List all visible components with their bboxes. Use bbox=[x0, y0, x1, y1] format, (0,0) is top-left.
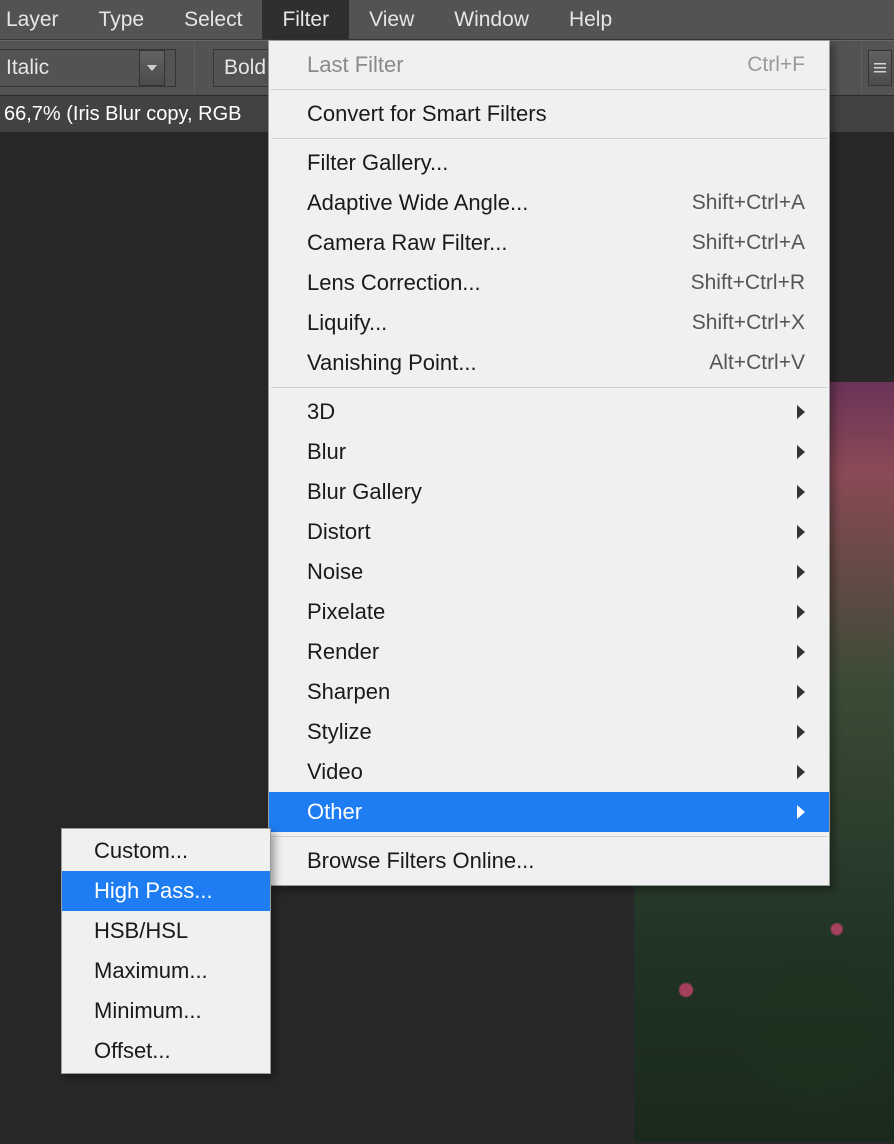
menuitem-liquify[interactable]: Liquify... Shift+Ctrl+X bbox=[269, 303, 829, 343]
menuitem-label: Video bbox=[307, 759, 363, 785]
menuitem-stylize[interactable]: Stylize bbox=[269, 712, 829, 752]
menuitem-render[interactable]: Render bbox=[269, 632, 829, 672]
options-overflow-icon[interactable] bbox=[868, 50, 892, 86]
menuitem-shortcut: Ctrl+F bbox=[747, 53, 805, 77]
menuitem-minimum[interactable]: Minimum... bbox=[62, 991, 270, 1031]
menuitem-label: Maximum... bbox=[94, 958, 208, 984]
menuitem-high-pass[interactable]: High Pass... bbox=[62, 871, 270, 911]
menubar: LayerTypeSelectFilterViewWindowHelp bbox=[0, 0, 894, 40]
menuitem-convert-for-smart-filters[interactable]: Convert for Smart Filters bbox=[269, 94, 829, 134]
menuitem-custom[interactable]: Custom... bbox=[62, 831, 270, 871]
menu-view[interactable]: View bbox=[349, 0, 434, 39]
menuitem-label: Last Filter bbox=[307, 52, 404, 78]
menu-separator bbox=[271, 387, 827, 388]
menuitem-label: HSB/HSL bbox=[94, 918, 188, 944]
font-style-dropdown-1[interactable]: Italic bbox=[0, 49, 176, 87]
menuitem-blur-gallery[interactable]: Blur Gallery bbox=[269, 472, 829, 512]
menuitem-lens-correction[interactable]: Lens Correction... Shift+Ctrl+R bbox=[269, 263, 829, 303]
menu-separator bbox=[271, 836, 827, 837]
menuitem-adaptive-wide-angle[interactable]: Adaptive Wide Angle... Shift+Ctrl+A bbox=[269, 183, 829, 223]
menuitem-filter-gallery[interactable]: Filter Gallery... bbox=[269, 143, 829, 183]
menuitem-label: Blur Gallery bbox=[307, 479, 422, 505]
menu-help[interactable]: Help bbox=[549, 0, 632, 39]
submenu-arrow-icon bbox=[797, 645, 805, 659]
submenu-arrow-icon bbox=[797, 445, 805, 459]
menuitem-label: Filter Gallery... bbox=[307, 150, 448, 176]
menuitem-label: Adaptive Wide Angle... bbox=[307, 190, 528, 216]
menuitem-label: Blur bbox=[307, 439, 346, 465]
menuitem-label: High Pass... bbox=[94, 878, 213, 904]
menuitem-shortcut: Alt+Ctrl+V bbox=[709, 351, 805, 375]
menuitem-video[interactable]: Video bbox=[269, 752, 829, 792]
menuitem-label: Stylize bbox=[307, 719, 372, 745]
separator bbox=[861, 44, 862, 92]
menuitem-hsb-hsl[interactable]: HSB/HSL bbox=[62, 911, 270, 951]
menuitem-distort[interactable]: Distort bbox=[269, 512, 829, 552]
menu-filter[interactable]: Filter bbox=[262, 0, 349, 39]
menu-type[interactable]: Type bbox=[79, 0, 165, 39]
menu-separator bbox=[271, 138, 827, 139]
menuitem-shortcut: Shift+Ctrl+R bbox=[691, 271, 805, 295]
menuitem-camera-raw-filter[interactable]: Camera Raw Filter... Shift+Ctrl+A bbox=[269, 223, 829, 263]
menuitem-label: Minimum... bbox=[94, 998, 202, 1024]
menuitem-sharpen[interactable]: Sharpen bbox=[269, 672, 829, 712]
menuitem-vanishing-point[interactable]: Vanishing Point... Alt+Ctrl+V bbox=[269, 343, 829, 383]
font-style-value-1: Italic bbox=[6, 56, 49, 80]
menuitem-label: Vanishing Point... bbox=[307, 350, 477, 376]
menuitem-shortcut: Shift+Ctrl+X bbox=[692, 311, 805, 335]
dropdown-chevron-icon[interactable] bbox=[139, 50, 165, 86]
menuitem-label: Render bbox=[307, 639, 379, 665]
menuitem-label: Noise bbox=[307, 559, 363, 585]
menuitem-blur[interactable]: Blur bbox=[269, 432, 829, 472]
menuitem-shortcut: Shift+Ctrl+A bbox=[692, 231, 805, 255]
menuitem-label: Lens Correction... bbox=[307, 270, 481, 296]
separator bbox=[194, 44, 195, 92]
menuitem-label: Liquify... bbox=[307, 310, 387, 336]
submenu-arrow-icon bbox=[797, 685, 805, 699]
submenu-arrow-icon bbox=[797, 565, 805, 579]
submenu-arrow-icon bbox=[797, 405, 805, 419]
menuitem-browse-filters-online[interactable]: Browse Filters Online... bbox=[269, 841, 829, 881]
menuitem-label: Custom... bbox=[94, 838, 188, 864]
menu-window[interactable]: Window bbox=[434, 0, 549, 39]
menuitem-offset[interactable]: Offset... bbox=[62, 1031, 270, 1071]
menuitem-label: Offset... bbox=[94, 1038, 171, 1064]
menuitem-label: Sharpen bbox=[307, 679, 390, 705]
menuitem-maximum[interactable]: Maximum... bbox=[62, 951, 270, 991]
document-tab-label: 66,7% (Iris Blur copy, RGB bbox=[4, 103, 241, 126]
menuitem-label: Convert for Smart Filters bbox=[307, 101, 547, 127]
menu-layer[interactable]: Layer bbox=[0, 0, 79, 39]
submenu-arrow-icon bbox=[797, 605, 805, 619]
menuitem-3d[interactable]: 3D bbox=[269, 392, 829, 432]
filter-menu: Last Filter Ctrl+F Convert for Smart Filte… bbox=[268, 40, 830, 886]
submenu-arrow-icon bbox=[797, 525, 805, 539]
submenu-arrow-icon bbox=[797, 765, 805, 779]
menuitem-label: Browse Filters Online... bbox=[307, 848, 534, 874]
menuitem-pixelate[interactable]: Pixelate bbox=[269, 592, 829, 632]
menu-select[interactable]: Select bbox=[164, 0, 262, 39]
menuitem-label: Distort bbox=[307, 519, 371, 545]
submenu-arrow-icon bbox=[797, 485, 805, 499]
submenu-arrow-icon bbox=[797, 725, 805, 739]
submenu-arrow-icon bbox=[797, 805, 805, 819]
menuitem-label: Pixelate bbox=[307, 599, 385, 625]
menuitem-last-filter: Last Filter Ctrl+F bbox=[269, 45, 829, 85]
menuitem-other[interactable]: Other bbox=[269, 792, 829, 832]
menuitem-label: Other bbox=[307, 799, 362, 825]
filter-other-submenu: Custom... High Pass... HSB/HSL Maximum... Mi… bbox=[61, 828, 271, 1074]
menuitem-noise[interactable]: Noise bbox=[269, 552, 829, 592]
menuitem-label: Camera Raw Filter... bbox=[307, 230, 508, 256]
menuitem-label: 3D bbox=[307, 399, 335, 425]
menuitem-shortcut: Shift+Ctrl+A bbox=[692, 191, 805, 215]
menu-separator bbox=[271, 89, 827, 90]
